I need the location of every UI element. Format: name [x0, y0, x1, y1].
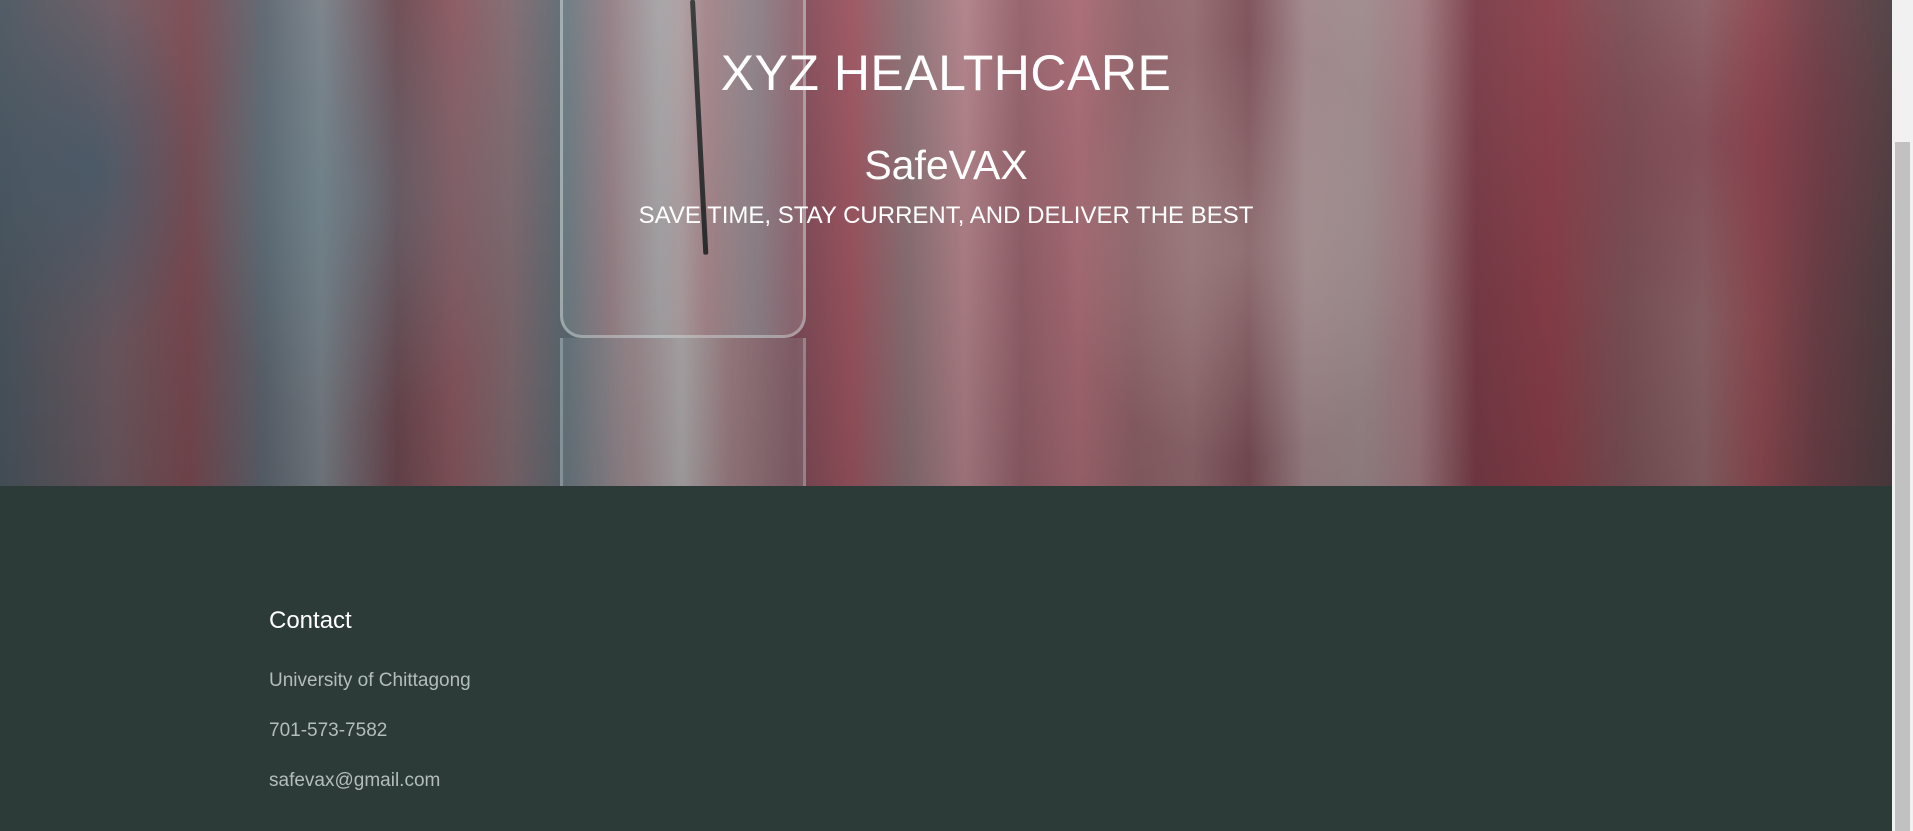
contact-heading: Contact [269, 607, 352, 634]
contact-address: University of Chittagong [269, 670, 471, 691]
vial-reflection-image [560, 338, 806, 486]
footer: Contact University of Chittagong 701-573… [0, 486, 1892, 831]
browser-viewport: XYZ HEALTHCARE SafeVAX SAVE TIME, STAY C… [0, 0, 1913, 831]
contact-phone[interactable]: 701-573-7582 [269, 720, 387, 742]
vertical-scrollbar[interactable] [1892, 0, 1913, 831]
hero-title: XYZ HEALTHCARE [720, 45, 1172, 101]
hero-banner: XYZ HEALTHCARE SafeVAX SAVE TIME, STAY C… [0, 0, 1892, 486]
scrollbar-thumb[interactable] [1895, 142, 1910, 831]
hero-product-name: SafeVAX [864, 142, 1028, 188]
hero-tagline: SAVE TIME, STAY CURRENT, AND DELIVER THE… [638, 202, 1254, 229]
contact-email[interactable]: safevax@gmail.com [269, 770, 440, 792]
page: XYZ HEALTHCARE SafeVAX SAVE TIME, STAY C… [0, 0, 1892, 831]
